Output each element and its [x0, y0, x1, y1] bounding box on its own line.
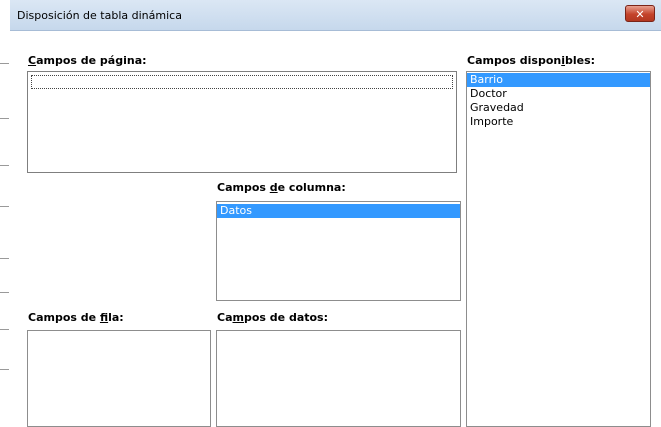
list-item[interactable]: Gravedad — [467, 101, 650, 115]
available-fields-list[interactable]: Barrio Doctor Gravedad Importe — [466, 71, 651, 427]
row-fields-label: Campos de fila: — [28, 311, 124, 324]
list-item[interactable]: Barrio — [467, 73, 650, 87]
available-fields-label: Campos disponibles: — [467, 54, 596, 67]
data-fields-list[interactable] — [216, 330, 461, 427]
page-fields-list[interactable] — [27, 71, 457, 173]
page-fields-label: Campos de página: — [28, 54, 147, 67]
window-title: Disposición de tabla dinámica — [17, 9, 182, 22]
list-item[interactable]: Doctor — [467, 87, 650, 101]
close-button[interactable]: ✕ — [625, 5, 655, 22]
row-fields-list[interactable] — [27, 330, 211, 427]
column-fields-label: Campos de columna: — [217, 181, 346, 194]
close-icon: ✕ — [635, 8, 645, 21]
focus-rectangle — [31, 75, 453, 89]
title-bar: Disposición de tabla dinámica ✕ — [10, 0, 661, 31]
pivot-layout-dialog: Campos de página: Campos de columna: Dat… — [10, 31, 661, 427]
list-item[interactable]: Datos — [217, 204, 460, 218]
data-fields-label: Campos de datos: — [217, 311, 328, 324]
column-fields-list[interactable]: Datos — [216, 201, 461, 301]
list-item[interactable]: Importe — [467, 115, 650, 129]
